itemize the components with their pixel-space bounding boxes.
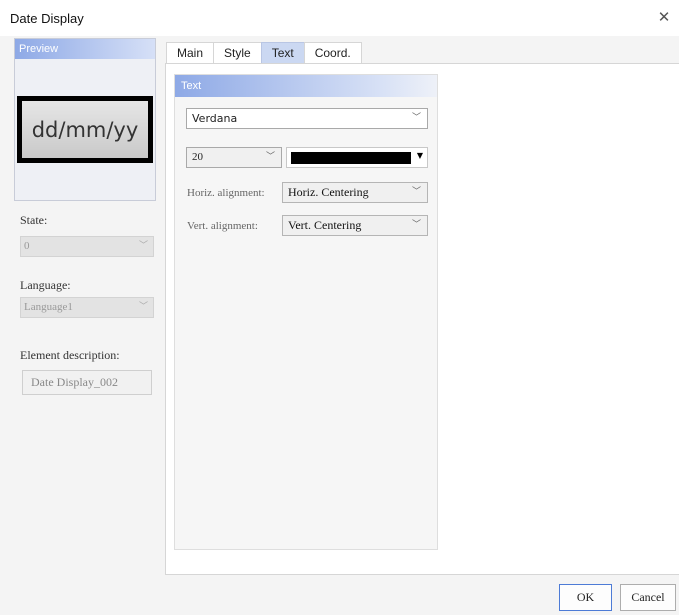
- tab-bar: Main Style Text Coord.: [166, 42, 362, 63]
- close-icon[interactable]: ✕: [655, 8, 673, 26]
- horiz-alignment-label: Horiz. alignment:: [187, 187, 265, 199]
- language-select[interactable]: Language1 ﹀: [20, 297, 154, 318]
- ok-button[interactable]: OK: [559, 584, 612, 611]
- vert-alignment-value: Vert. Centering: [288, 218, 362, 232]
- text-color-picker[interactable]: ▼: [286, 147, 428, 168]
- chevron-down-icon: ﹀: [411, 113, 421, 123]
- vert-alignment-select[interactable]: Vert. Centering ﹀: [282, 215, 428, 236]
- tab-coord[interactable]: Coord.: [303, 42, 362, 63]
- window-title: Date Display: [10, 11, 84, 26]
- element-description-label: Element description:: [20, 348, 120, 362]
- title-bar: Date Display ✕: [0, 0, 679, 36]
- text-group: Text: [174, 74, 438, 550]
- state-select[interactable]: 0 ﹀: [20, 236, 154, 257]
- font-value: Verdana: [192, 112, 238, 125]
- chevron-down-icon: ﹀: [265, 152, 275, 162]
- chevron-down-icon: ﹀: [411, 220, 421, 230]
- cancel-button[interactable]: Cancel: [620, 584, 676, 611]
- color-swatch: [291, 152, 411, 164]
- text-group-header: Text: [175, 75, 437, 97]
- font-size-value: 20: [192, 151, 203, 163]
- font-size-select[interactable]: 20 ﹀: [186, 147, 282, 168]
- language-value: Language1: [24, 301, 73, 313]
- tab-style[interactable]: Style: [213, 42, 262, 63]
- language-label: Language:: [20, 278, 71, 292]
- tab-main[interactable]: Main: [166, 42, 215, 63]
- state-label: State:: [20, 213, 48, 227]
- preview-panel: Preview dd/mm/yy: [14, 38, 156, 201]
- preview-text: dd/mm/yy: [22, 101, 148, 158]
- chevron-down-icon: ﹀: [138, 241, 148, 251]
- tab-text[interactable]: Text: [260, 42, 305, 63]
- element-description-field[interactable]: Date Display_002: [22, 370, 152, 395]
- horiz-alignment-select[interactable]: Horiz. Centering ﹀: [282, 182, 428, 203]
- horiz-alignment-value: Horiz. Centering: [288, 185, 369, 199]
- state-value: 0: [24, 240, 30, 252]
- caret-down-icon: ▼: [416, 151, 423, 160]
- vert-alignment-label: Vert. alignment:: [187, 220, 258, 232]
- preview-header: Preview: [15, 39, 155, 59]
- chevron-down-icon: ﹀: [138, 302, 148, 312]
- font-select[interactable]: Verdana ﹀: [186, 108, 428, 129]
- preview-frame: dd/mm/yy: [17, 96, 153, 163]
- chevron-down-icon: ﹀: [411, 187, 421, 197]
